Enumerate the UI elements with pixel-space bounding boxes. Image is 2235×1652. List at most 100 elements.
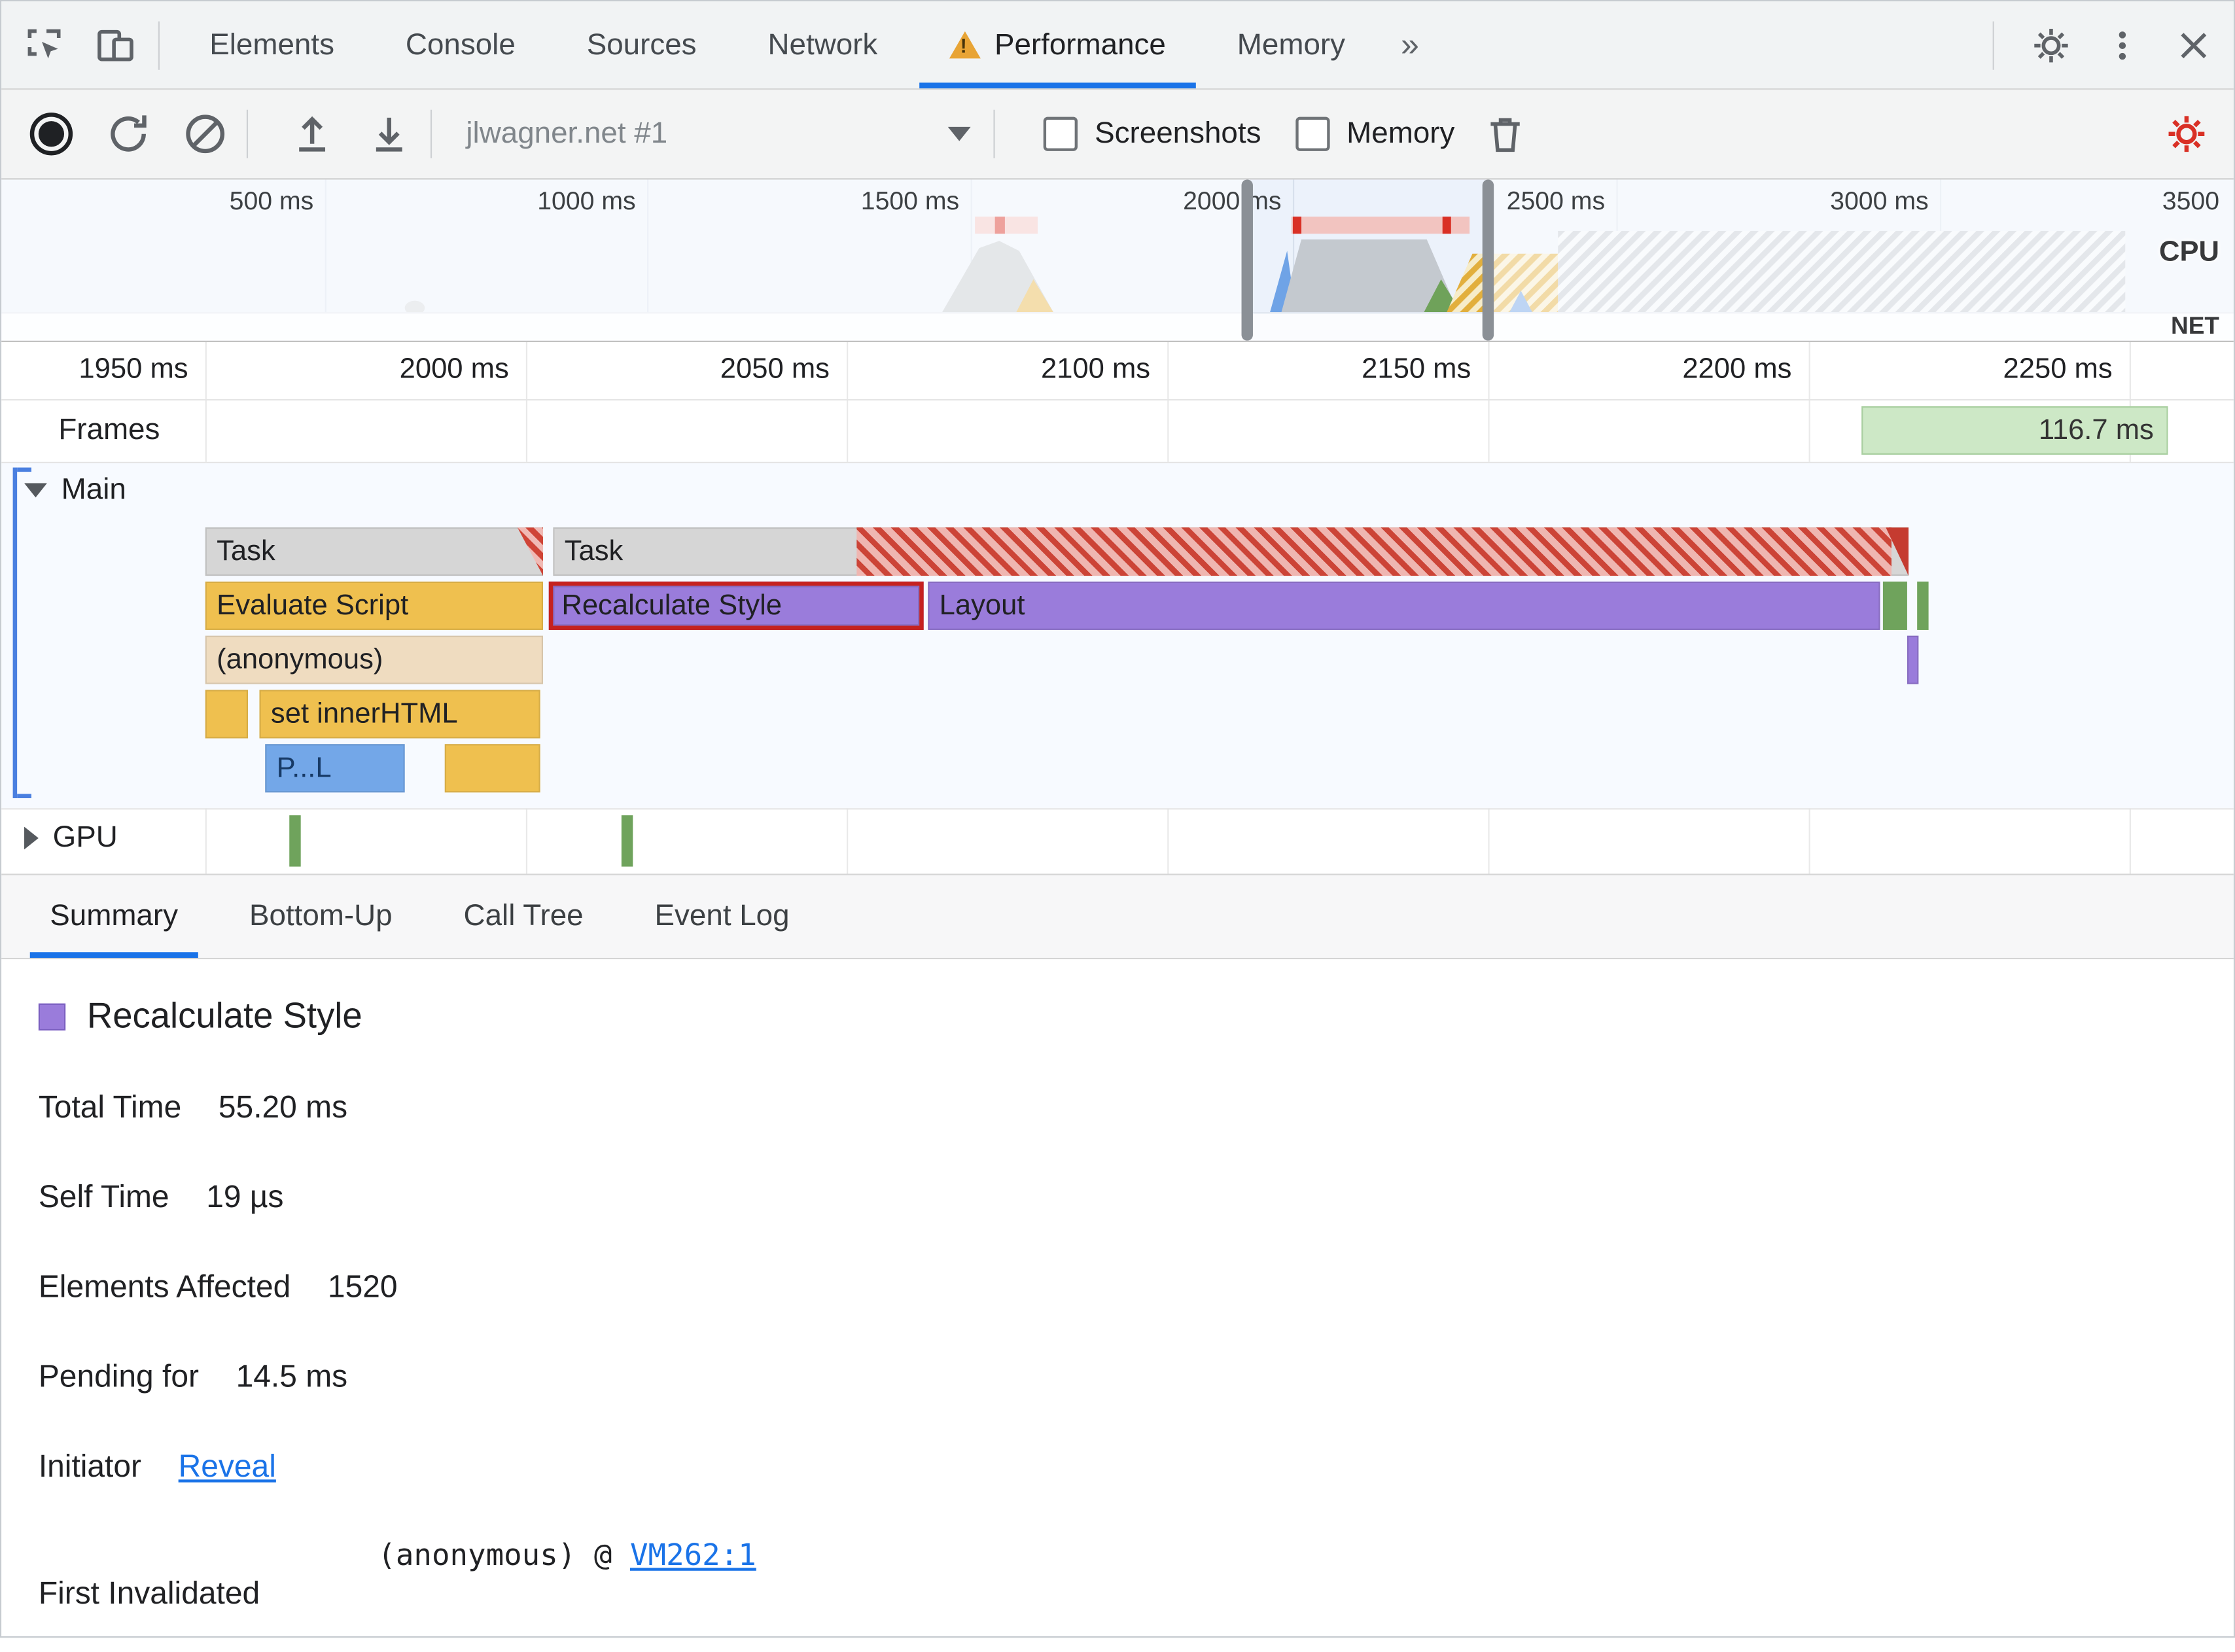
- parse-html-bar[interactable]: P...L: [265, 744, 405, 793]
- devtools-window: Elements Console Sources Network Perform…: [0, 0, 2235, 1638]
- overview-tick: 2000 ms: [1183, 186, 1282, 215]
- selection-handle-right[interactable]: [1482, 179, 1494, 341]
- checkbox-box[interactable]: [1295, 116, 1330, 151]
- tab-label: Elements: [209, 27, 334, 61]
- memory-checkbox[interactable]: Memory: [1295, 116, 1454, 151]
- task-bar-long[interactable]: Task: [553, 527, 1909, 576]
- tab-elements[interactable]: Elements: [174, 1, 370, 88]
- summary-value: 14.5 ms: [236, 1358, 348, 1394]
- evaluate-script-bar[interactable]: Evaluate Script: [205, 581, 544, 630]
- performance-toolbar: jlwagner.net #1 Screenshots Memory: [1, 90, 2234, 180]
- detail-tabbar: Summary Bottom-Up Call Tree Event Log: [1, 873, 2234, 960]
- initiator-reveal-link[interactable]: Reveal: [179, 1448, 276, 1483]
- longtask-marker-red: [1442, 217, 1451, 234]
- device-toolbar-icon[interactable]: [87, 16, 144, 73]
- timeline-overview[interactable]: 500 ms 1000 ms 1500 ms 2000 ms 2500 ms 3…: [1, 179, 2234, 341]
- tab-sources[interactable]: Sources: [551, 1, 732, 88]
- gpu-activity-sliver[interactable]: [621, 815, 633, 867]
- tab-network[interactable]: Network: [732, 1, 913, 88]
- frame-block[interactable]: 116.7 ms: [1861, 406, 2168, 455]
- divider: [993, 109, 995, 158]
- ruler-tick: 2050 ms: [720, 353, 830, 385]
- script-sliver[interactable]: [205, 690, 249, 739]
- script-bar[interactable]: [444, 744, 540, 793]
- load-profile-icon[interactable]: [285, 107, 340, 161]
- anonymous-call-bar[interactable]: (anonymous): [205, 635, 544, 684]
- checkbox-box[interactable]: [1043, 116, 1078, 151]
- tab-performance[interactable]: Performance: [913, 1, 1202, 89]
- tab-label: Summary: [50, 899, 179, 932]
- longtask-stripes: [856, 527, 1892, 576]
- recalculate-style-bar-selected[interactable]: Recalculate Style: [548, 581, 924, 630]
- event-label: Layout: [939, 589, 1025, 622]
- gpu-activity-sliver[interactable]: [289, 815, 301, 867]
- tab-call-tree[interactable]: Call Tree: [432, 875, 615, 958]
- expand-triangle-icon[interactable]: [24, 826, 39, 850]
- summary-row: Self Time 19 µs: [39, 1179, 2234, 1216]
- summary-row-initiator: Initiator Reveal: [39, 1448, 2234, 1485]
- event-label: set innerHTML: [270, 698, 458, 730]
- source-location-link[interactable]: VM262:1: [630, 1538, 756, 1572]
- screenshots-checkbox[interactable]: Screenshots: [1043, 116, 1261, 151]
- warning-icon: [949, 31, 981, 59]
- settings-gear-icon[interactable]: [2022, 16, 2079, 73]
- summary-panel: Recalculate Style Total Time 55.20 ms Sel…: [1, 959, 2234, 1636]
- record-button[interactable]: [24, 107, 79, 161]
- checkbox-label: Screenshots: [1095, 116, 1261, 150]
- event-label: Evaluate Script: [217, 589, 409, 622]
- longtask-marker-red: [1292, 217, 1302, 234]
- task-bar[interactable]: Task: [205, 527, 544, 576]
- cpu-track-label: CPU: [2159, 236, 2220, 268]
- style-sliver[interactable]: [1907, 635, 1919, 684]
- selection-handle-left[interactable]: [1241, 179, 1253, 341]
- tab-label: Network: [767, 27, 878, 61]
- ruler-tick: 1950 ms: [79, 353, 188, 385]
- close-icon[interactable]: [2165, 16, 2222, 73]
- reload-and-record-button[interactable]: [101, 107, 156, 161]
- tab-summary[interactable]: Summary: [18, 875, 209, 958]
- tab-event-log[interactable]: Event Log: [624, 875, 821, 958]
- tab-label: Bottom-Up: [249, 899, 393, 932]
- tab-label: Performance: [994, 27, 1166, 61]
- overview-tick: 3500: [2162, 186, 2220, 215]
- save-profile-icon[interactable]: [362, 107, 416, 161]
- track-divider: [1, 461, 2234, 464]
- flame-chart[interactable]: 1950 ms 2000 ms 2050 ms 2100 ms 2150 ms …: [1, 340, 2234, 875]
- paint-bar[interactable]: [1882, 581, 1907, 630]
- more-tabs-icon[interactable]: »: [1381, 26, 1439, 64]
- event-label: Recalculate Style: [561, 589, 783, 622]
- tab-label: Console: [405, 27, 516, 61]
- divider: [158, 20, 160, 69]
- chevron-down-icon: [947, 126, 971, 141]
- tab-console[interactable]: Console: [370, 1, 551, 88]
- summary-value: 55.20 ms: [218, 1089, 348, 1125]
- clear-icon[interactable]: [178, 107, 232, 161]
- set-innerhtml-bar[interactable]: set innerHTML: [259, 690, 540, 739]
- layout-bar[interactable]: Layout: [928, 581, 1880, 630]
- longtask-corner: [517, 527, 544, 576]
- profile-select[interactable]: jlwagner.net #1: [466, 117, 979, 151]
- event-legend: Recalculate Style: [38, 996, 2234, 1038]
- ruler-tick: 2100 ms: [1040, 353, 1151, 385]
- gpu-track-header[interactable]: GPU: [24, 821, 118, 855]
- inspect-icon[interactable]: [16, 16, 73, 73]
- tab-memory[interactable]: Memory: [1201, 1, 1381, 88]
- paint-sliver[interactable]: [1917, 581, 1929, 630]
- divider: [246, 109, 249, 158]
- capture-settings-gear-icon[interactable]: [2160, 107, 2214, 161]
- event-label: Task: [217, 536, 275, 568]
- ruler-tick: 2200 ms: [1682, 353, 1792, 385]
- selected-track-bracket: [12, 467, 31, 798]
- overview-tick: 1500 ms: [860, 186, 960, 215]
- kebab-menu-icon[interactable]: [2094, 16, 2151, 73]
- legend-swatch: [38, 1003, 66, 1031]
- tab-bottom-up[interactable]: Bottom-Up: [218, 875, 424, 958]
- summary-label: Elements Affected: [38, 1268, 291, 1305]
- summary-row: Pending for 14.5 ms: [39, 1358, 2234, 1396]
- main-track-header[interactable]: Main: [24, 473, 126, 507]
- divider: [430, 109, 432, 158]
- summary-row: Total Time 55.20 ms: [39, 1089, 2234, 1126]
- trash-icon[interactable]: [1477, 107, 1532, 161]
- summary-label: First Invalidated: [38, 1575, 260, 1611]
- track-label: Main: [61, 473, 126, 506]
